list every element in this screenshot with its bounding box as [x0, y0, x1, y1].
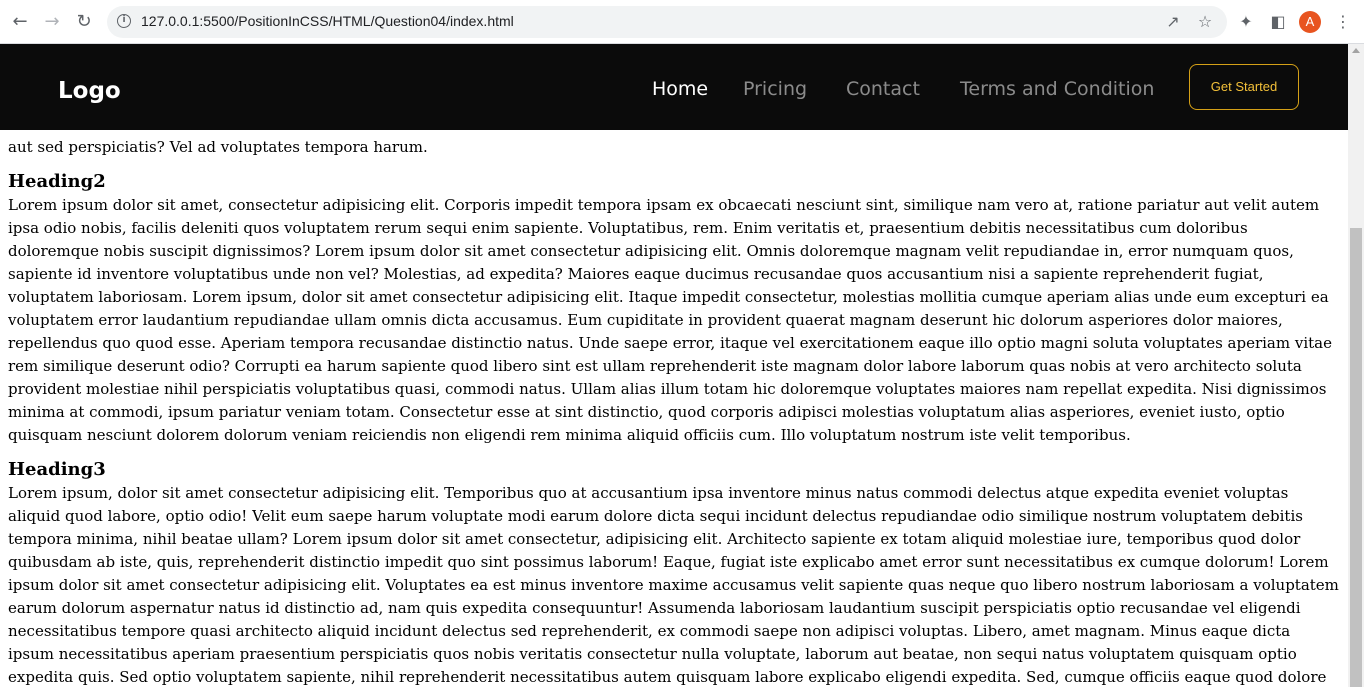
get-started-button[interactable]: Get Started [1189, 64, 1299, 110]
nav-link-contact[interactable]: Contact [846, 78, 920, 100]
logo[interactable]: Logo [58, 78, 121, 104]
section-paragraph: Lorem ipsum dolor sit amet, consectetur … [8, 196, 1332, 444]
paragraph-partial-visible: aut sed perspiciatis? Vel ad voluptates … [8, 138, 428, 156]
scrollbar-thumb[interactable] [1350, 228, 1362, 687]
nav-link-terms[interactable]: Terms and Condition [960, 78, 1154, 100]
nav-link-home[interactable]: Home [652, 78, 708, 100]
scroll-up-icon[interactable] [1352, 48, 1360, 53]
section-paragraph: Lorem ipsum, dolor sit amet consectetur … [8, 484, 1339, 686]
site-header: Logo Home Pricing Contact Terms and Cond… [0, 44, 1348, 130]
nav-link-pricing[interactable]: Pricing [743, 78, 807, 100]
section-heading: Heading2 [8, 171, 106, 192]
page-scrollbar[interactable] [1348, 44, 1364, 687]
section-heading: Heading3 [8, 459, 106, 480]
